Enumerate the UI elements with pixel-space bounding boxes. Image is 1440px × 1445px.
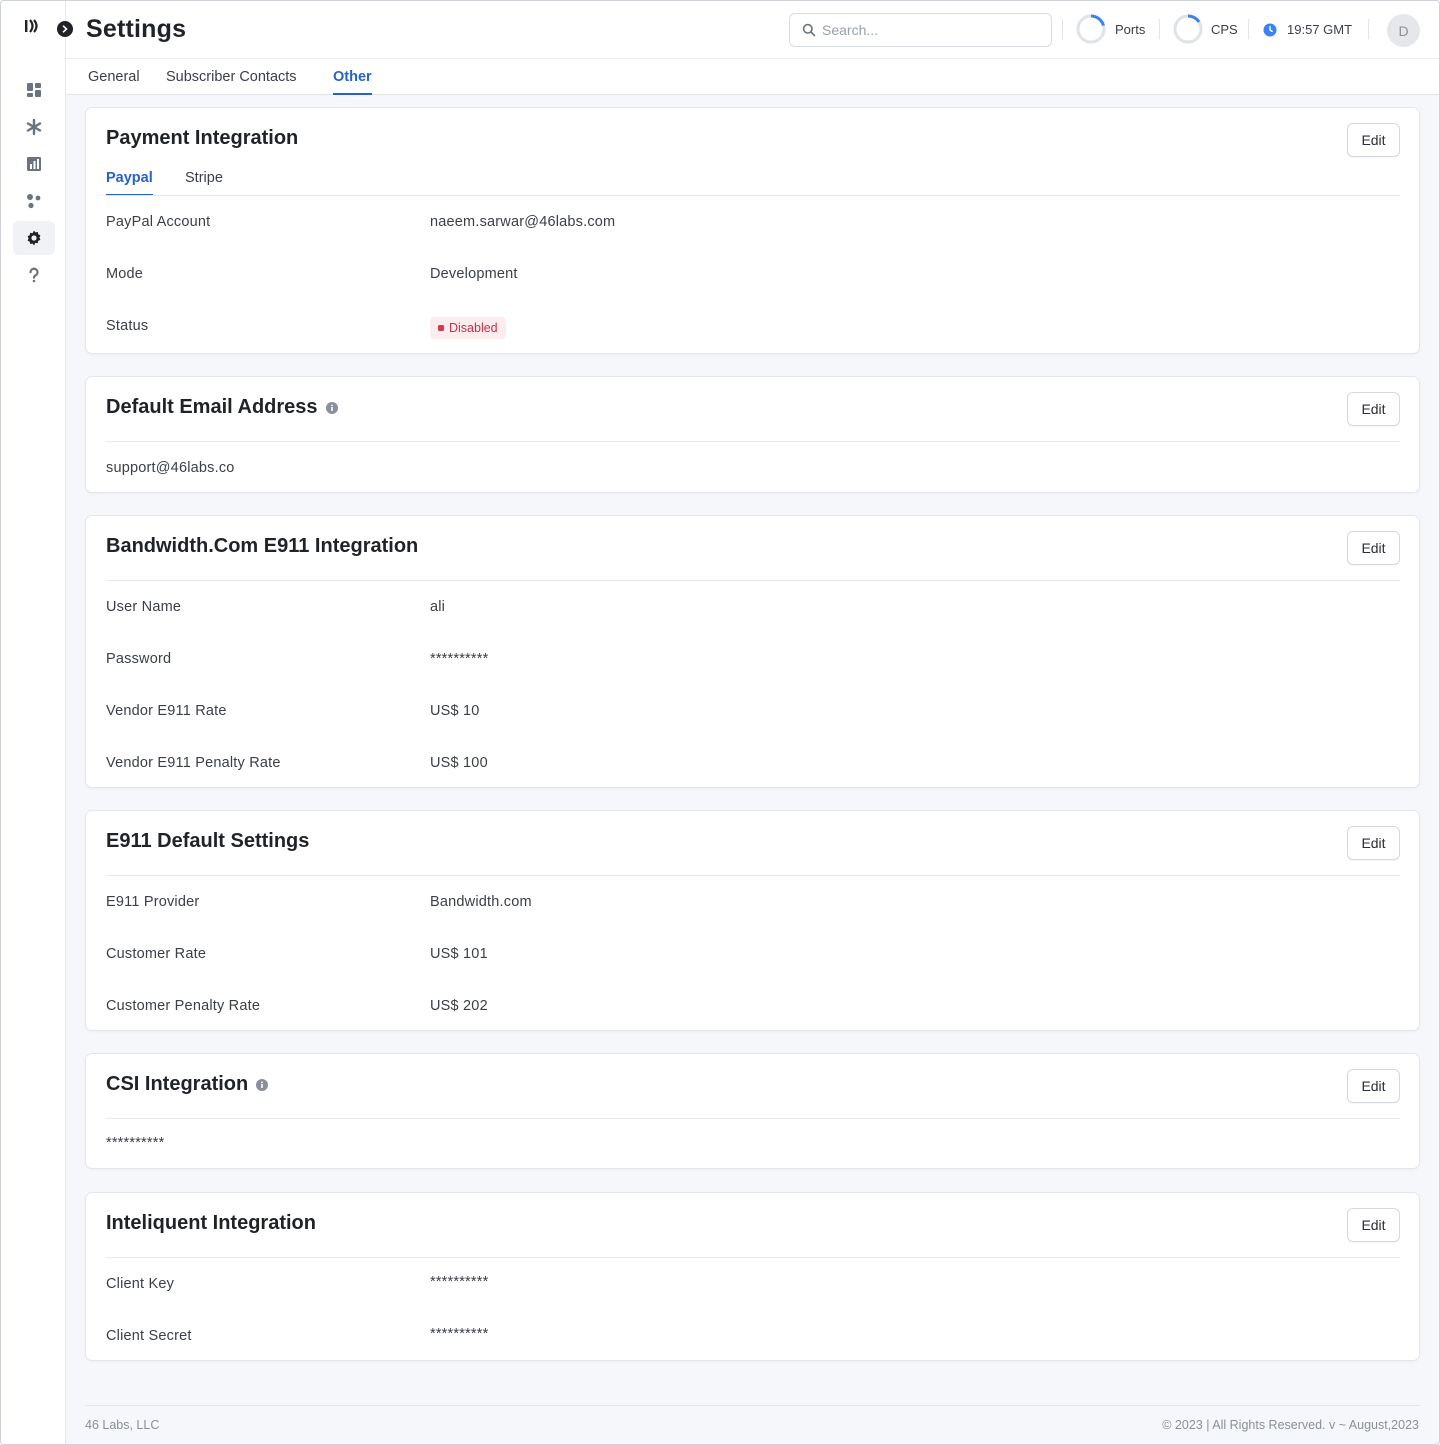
gear-icon: [27, 230, 41, 246]
default-email-card: Default Email Address Edit support@46lab…: [85, 376, 1420, 493]
field-label: Client Key: [106, 1276, 175, 1292]
info-icon[interactable]: [256, 1078, 269, 1091]
chevron-right-icon: [62, 25, 68, 33]
ports-ring-icon: [1076, 14, 1106, 44]
sidebar-item-dashboard[interactable]: [13, 73, 55, 107]
cps-ring-icon: [1173, 14, 1203, 44]
field-value: US$ 202: [430, 998, 488, 1014]
field-label: Status: [106, 318, 149, 334]
field-value: Development: [430, 266, 518, 282]
settings-tabs: General Subscriber Contacts Other: [66, 59, 1439, 95]
dashboard-icon: [27, 83, 41, 97]
field-label: Vendor E911 Penalty Rate: [106, 755, 281, 771]
tab-subscriber-contacts[interactable]: Subscriber Contacts: [166, 69, 297, 93]
search-icon: [802, 23, 816, 37]
field-label: Mode: [106, 266, 144, 282]
sidebar-nav: [13, 73, 55, 295]
report-icon: [27, 157, 41, 171]
field-label: Customer Rate: [106, 946, 207, 962]
header-separator: [1159, 19, 1160, 39]
field-label: Client Secret: [106, 1328, 192, 1344]
edit-button[interactable]: Edit: [1347, 392, 1400, 426]
csi-integration-card: CSI Integration Edit **********: [85, 1053, 1420, 1169]
header-separator: [1368, 19, 1369, 39]
search-box[interactable]: [789, 13, 1052, 47]
footer-copyright: © 2023 | All Rights Reserved. v ~ August…: [1162, 1418, 1419, 1432]
footer-divider: [85, 1405, 1420, 1406]
card-title: E911 Default Settings: [106, 830, 310, 852]
field-value: US$ 10: [430, 703, 480, 719]
top-header: Settings Ports CPS 19:57 GMT D: [57, 1, 1439, 59]
card-title: Bandwidth.Com E911 Integration: [106, 535, 419, 557]
inteliquent-integration-card: Inteliquent Integration Edit Client Key …: [85, 1192, 1420, 1361]
edit-button[interactable]: Edit: [1347, 1208, 1400, 1242]
sidebar-item-settings[interactable]: [13, 221, 55, 255]
card-title: Inteliquent Integration: [106, 1212, 316, 1234]
sidebar: [1, 1, 66, 1444]
field-value: Bandwidth.com: [430, 894, 532, 910]
field-value: **********: [430, 651, 489, 667]
divider: [106, 1257, 1400, 1258]
bandwidth-e911-card: Bandwidth.Com E911 Integration Edit User…: [85, 515, 1420, 788]
tab-other[interactable]: Other: [333, 69, 372, 95]
e911-default-settings-card: E911 Default Settings Edit E911 Provider…: [85, 810, 1420, 1031]
field-label: User Name: [106, 599, 182, 615]
clock-icon: [1263, 23, 1277, 37]
tab-general[interactable]: General: [88, 69, 140, 93]
field-label: Customer Penalty Rate: [106, 998, 261, 1014]
sidebar-item-reports[interactable]: [13, 147, 55, 181]
avatar[interactable]: D: [1387, 14, 1420, 47]
sidebar-item-help[interactable]: [13, 258, 55, 292]
divider: [106, 441, 1400, 442]
sidebar-toggle-button[interactable]: [57, 21, 73, 37]
edit-button[interactable]: Edit: [1347, 1069, 1400, 1103]
divider: [106, 580, 1400, 581]
subtab-paypal[interactable]: Paypal: [106, 170, 153, 196]
footer-company: 46 Labs, LLC: [85, 1418, 160, 1432]
field-value: support@46labs.co: [106, 460, 235, 476]
divider: [106, 1118, 1400, 1119]
ports-label: Ports: [1115, 22, 1146, 37]
edit-button[interactable]: Edit: [1347, 826, 1400, 860]
payment-integration-card: Payment Integration Edit Paypal Stripe P…: [85, 107, 1420, 354]
field-value: US$ 100: [430, 755, 488, 771]
card-title-wrap: Default Email Address: [106, 396, 338, 419]
page-title: Settings: [86, 15, 187, 43]
divider: [106, 875, 1400, 876]
card-title-wrap: CSI Integration: [106, 1073, 269, 1096]
app-window: Settings Ports CPS 19:57 GMT D General S…: [0, 0, 1440, 1445]
asterisk-icon: [26, 118, 42, 136]
field-value: naeem.sarwar@46labs.com: [430, 214, 616, 230]
field-label: Vendor E911 Rate: [106, 703, 227, 719]
info-icon[interactable]: [325, 401, 338, 414]
field-label: E911 Provider: [106, 894, 200, 910]
help-icon: [29, 267, 39, 283]
header-separator: [1248, 19, 1249, 39]
field-label: Password: [106, 651, 172, 667]
edit-button[interactable]: Edit: [1347, 123, 1400, 157]
subtab-stripe[interactable]: Stripe: [185, 170, 223, 194]
header-separator: [1062, 19, 1063, 39]
field-value: **********: [430, 1274, 489, 1290]
field-value: ali: [430, 599, 446, 615]
cps-label: CPS: [1211, 22, 1238, 37]
card-title: Payment Integration: [106, 127, 299, 149]
divider: [106, 195, 1400, 196]
field-value: **********: [106, 1135, 165, 1151]
network-icon: [27, 194, 41, 209]
app-logo[interactable]: [23, 17, 45, 37]
card-title: CSI Integration: [106, 1073, 249, 1095]
search-input[interactable]: [822, 22, 1042, 38]
card-title: Default Email Address: [106, 396, 318, 418]
field-value: US$ 101: [430, 946, 488, 962]
status-badge: Disabled: [430, 317, 506, 339]
field-label: PayPal Account: [106, 214, 211, 230]
edit-button[interactable]: Edit: [1347, 531, 1400, 565]
clock-time: 19:57 GMT: [1287, 22, 1353, 37]
sidebar-item-network[interactable]: [13, 184, 55, 218]
sidebar-item-asterisk[interactable]: [13, 110, 55, 144]
field-value: **********: [430, 1326, 489, 1342]
